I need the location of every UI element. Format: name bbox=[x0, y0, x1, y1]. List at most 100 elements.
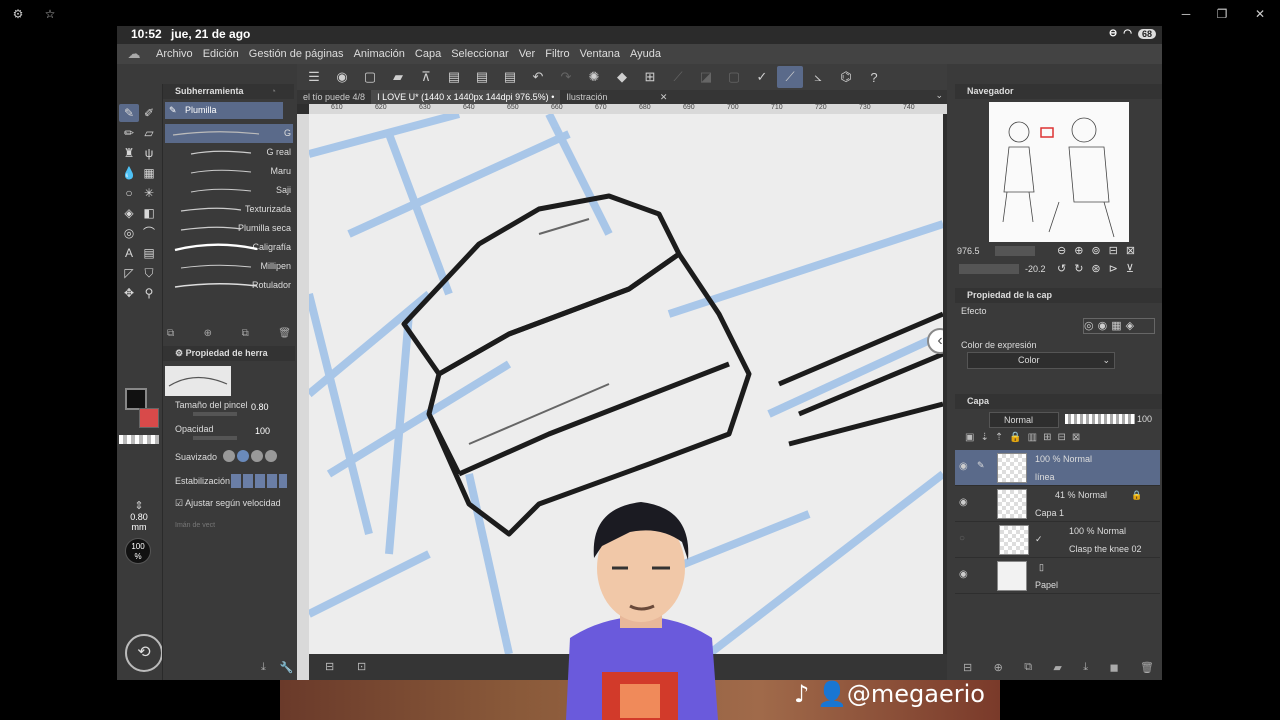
minimize-icon[interactable]: ─ bbox=[1178, 6, 1194, 22]
app-logo-icon[interactable]: ☁ bbox=[117, 46, 151, 62]
checkbox-icon[interactable]: ☑ bbox=[175, 498, 185, 508]
undo-icon[interactable]: ↶ bbox=[525, 66, 551, 88]
pen-icon[interactable]: ✓ bbox=[749, 66, 775, 88]
smooth-opt-1[interactable] bbox=[223, 450, 235, 462]
menu-seleccionar[interactable]: Seleccionar bbox=[446, 48, 513, 60]
redo-icon[interactable]: ↷ bbox=[553, 66, 579, 88]
download-icon[interactable]: ⤓ bbox=[261, 661, 266, 674]
layer-row-papel[interactable]: ◉ ▯ Papel bbox=[955, 558, 1160, 594]
blend-mode-select[interactable]: Normal bbox=[989, 412, 1059, 428]
expression-color-select[interactable]: Color ⌄ bbox=[967, 352, 1115, 369]
opacity-readout[interactable]: 100 % bbox=[125, 538, 151, 564]
mesh-icon[interactable]: ⌬ bbox=[833, 66, 859, 88]
delete-layer-icon[interactable]: 🗑 bbox=[1140, 661, 1154, 674]
transform2-icon[interactable]: ◪ bbox=[693, 66, 719, 88]
close-icon[interactable]: ✕ bbox=[1252, 6, 1268, 22]
marker-tool-icon[interactable]: ✐ bbox=[139, 104, 159, 122]
subtool-copy-icon[interactable]: ⧉ bbox=[242, 328, 249, 339]
figure-tool-icon[interactable]: ◎ bbox=[119, 224, 139, 242]
tab-ilustracion[interactable]: Ilustración ✕ bbox=[560, 90, 673, 104]
rotate-canvas-icon[interactable]: ⟲ bbox=[125, 634, 163, 672]
tab-close-icon[interactable]: ✕ bbox=[660, 92, 668, 102]
smooth-opt-2[interactable] bbox=[237, 450, 249, 462]
zoom-value[interactable]: 976.5 bbox=[957, 246, 980, 256]
brush-item-millipen[interactable]: Millipen bbox=[165, 257, 293, 276]
size-field[interactable]: 0.80 bbox=[251, 402, 269, 412]
menu-ver[interactable]: Ver bbox=[514, 48, 541, 60]
grid-tool-icon[interactable]: ▦ bbox=[139, 164, 159, 182]
blend-tool-icon[interactable]: 💧 bbox=[119, 164, 139, 182]
curve-tool-icon[interactable]: ⌒ bbox=[139, 224, 159, 242]
brush-item-g-real[interactable]: G real bbox=[165, 143, 293, 162]
brush-tool-icon[interactable]: ψ bbox=[139, 144, 159, 162]
rotation-buttons[interactable]: ↺↻⊛⊳⊻ bbox=[1057, 262, 1142, 275]
zoom-buttons[interactable]: ⊖⊕⊚⊟⊠ bbox=[1057, 244, 1143, 257]
line-icon[interactable]: ⦣ bbox=[805, 66, 831, 88]
brush-item-caligrafia[interactable]: Caligrafía bbox=[165, 238, 293, 257]
new-vector-icon[interactable]: ⧉ bbox=[1024, 661, 1032, 674]
velocity-row[interactable]: ☑ Ajustar según velocidad bbox=[175, 498, 281, 509]
pen-tool-icon[interactable]: ✎ bbox=[119, 104, 139, 122]
rotation-value[interactable]: -20.2 bbox=[1025, 264, 1046, 274]
merge-icon[interactable]: ⤓ bbox=[1083, 661, 1088, 674]
smooth-opt-4[interactable] bbox=[265, 450, 277, 462]
navigator-preview[interactable] bbox=[989, 102, 1129, 242]
tab-dot-icon[interactable]: • bbox=[551, 92, 554, 102]
brush-item-plumilla-seca[interactable]: Plumilla seca bbox=[165, 219, 293, 238]
layer-row-capa1[interactable]: ◉ 41 % Normal Capa 1 🔒 bbox=[955, 486, 1160, 522]
effect-buttons[interactable]: ◎◉▦◈ bbox=[1083, 318, 1155, 334]
move-tool-icon[interactable]: ✥ bbox=[119, 284, 139, 302]
frame-tool-icon[interactable]: ⛉ bbox=[139, 264, 159, 282]
save-icon[interactable]: ⊼ bbox=[413, 66, 439, 88]
smoothing-options[interactable] bbox=[223, 450, 277, 462]
pencil-tool-icon[interactable]: ✏ bbox=[119, 124, 139, 142]
main-color-swatch[interactable] bbox=[125, 388, 147, 410]
wand-tool-icon[interactable]: ✳ bbox=[139, 184, 159, 202]
ruler-tool-icon[interactable]: ◸ bbox=[119, 264, 139, 282]
eye-icon[interactable]: ◉ bbox=[959, 569, 968, 580]
size-adjust-icon[interactable]: ⇕ bbox=[121, 499, 157, 512]
menu-ventana[interactable]: Ventana bbox=[575, 48, 625, 60]
stamp-tool-icon[interactable]: ♜ bbox=[119, 144, 139, 162]
smooth-opt-3[interactable] bbox=[251, 450, 263, 462]
gradient-tool-icon[interactable]: ◧ bbox=[139, 204, 159, 222]
fill-tool-icon[interactable]: ◈ bbox=[119, 204, 139, 222]
lock-icon[interactable]: 🔒 bbox=[1131, 490, 1142, 501]
menu-archivo[interactable]: Archivo bbox=[151, 48, 198, 60]
size-slider[interactable] bbox=[193, 412, 237, 416]
brush-item-g[interactable]: G bbox=[165, 124, 293, 143]
help-icon[interactable]: ? bbox=[861, 66, 887, 88]
tab-el-tio[interactable]: el tío puede 4/8 bbox=[297, 90, 371, 104]
layer-row-clasp[interactable]: ○ ✓ 100 % Normal Clasp the knee 02 bbox=[955, 522, 1160, 558]
menu-edicion[interactable]: Edición bbox=[198, 48, 244, 60]
opacity-field[interactable]: 100 bbox=[255, 426, 270, 436]
ink-icon[interactable]: ⟋ bbox=[777, 66, 803, 88]
layer-toolbar[interactable]: ▣⇣⇡🔒▥⊞⊟⊠ bbox=[965, 432, 1086, 443]
brush-item-rotulador[interactable]: Rotulador bbox=[165, 276, 293, 295]
subtool-settings-icon[interactable]: ◔ bbox=[271, 84, 276, 99]
brush-item-texturizada[interactable]: Texturizada bbox=[165, 200, 293, 219]
export2-icon[interactable]: ▤ bbox=[469, 66, 495, 88]
stabilization-slider[interactable] bbox=[231, 474, 287, 488]
tabs-dropdown-icon[interactable]: ⌄ bbox=[935, 90, 947, 104]
eye-icon[interactable]: ◉ bbox=[329, 66, 355, 88]
zoom-slider[interactable] bbox=[995, 246, 1035, 256]
export3-icon[interactable]: ▤ bbox=[497, 66, 523, 88]
subtool-group-selected[interactable]: ✎ Plumilla bbox=[165, 102, 283, 119]
fill-icon[interactable]: ◆ bbox=[609, 66, 635, 88]
subtool-menu-icon[interactable]: ⧉ bbox=[167, 328, 174, 339]
mask-icon[interactable]: ◼ bbox=[1110, 661, 1119, 674]
sub-color-swatch[interactable] bbox=[139, 408, 159, 428]
menu-ayuda[interactable]: Ayuda bbox=[625, 48, 666, 60]
menu-icon[interactable]: ☰ bbox=[301, 66, 327, 88]
star-icon[interactable]: ☆ bbox=[42, 6, 58, 22]
layer-row-linea[interactable]: ◉ ✎ 100 % Normal línea bbox=[955, 450, 1160, 486]
lasso-tool-icon[interactable]: ○ bbox=[119, 184, 139, 202]
brush-item-saji[interactable]: Saji bbox=[165, 181, 293, 200]
eye-hidden-icon[interactable]: ○ bbox=[959, 533, 965, 544]
wrench-icon[interactable]: 🔧 bbox=[280, 661, 294, 674]
menu-animacion[interactable]: Animación bbox=[349, 48, 410, 60]
eye-icon[interactable]: ◉ bbox=[959, 461, 968, 472]
menu-capa[interactable]: Capa bbox=[410, 48, 446, 60]
page-icon[interactable]: ⊟ bbox=[325, 660, 334, 673]
